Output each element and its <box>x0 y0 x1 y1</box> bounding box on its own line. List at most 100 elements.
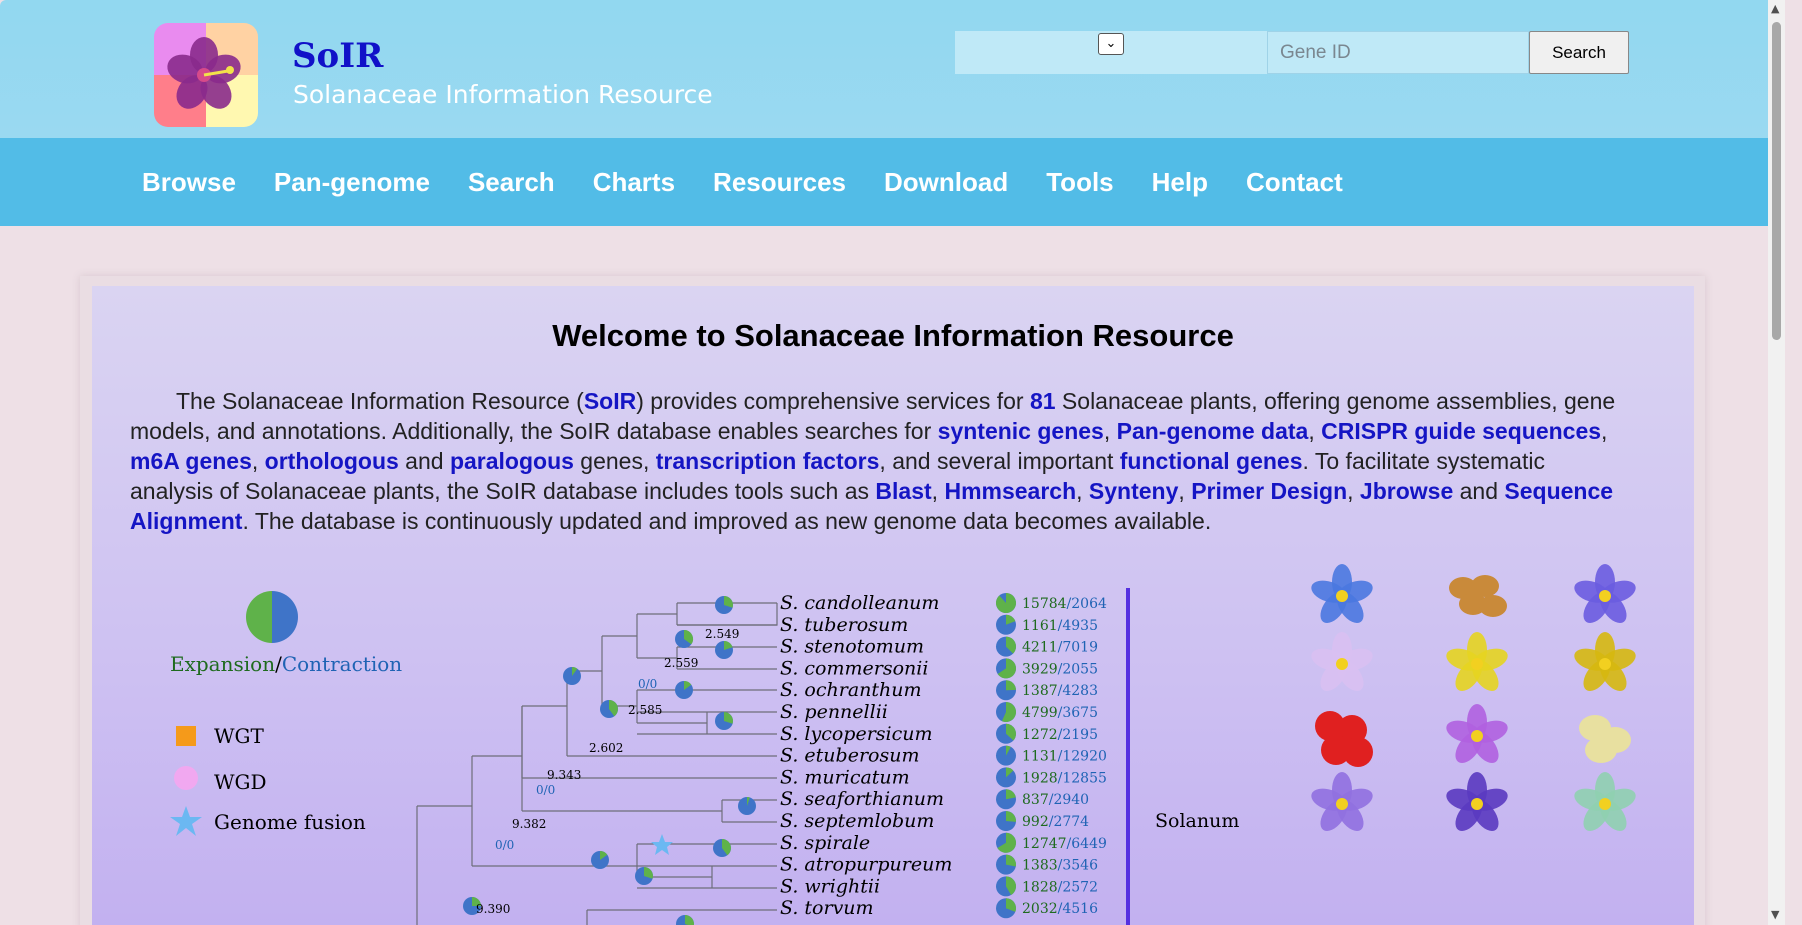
legend-expansion-contraction: Expansion/Contraction <box>170 652 402 676</box>
flower-photo-6 <box>1315 711 1373 767</box>
species-name: S. septemlobum <box>780 810 934 832</box>
species-pie <box>996 723 1016 744</box>
search-button[interactable]: Search <box>1529 31 1629 74</box>
species-name: S. etuberosum <box>780 745 919 767</box>
nav-charts[interactable]: Charts <box>593 167 675 198</box>
species-pie <box>996 702 1017 722</box>
node-pie-0 <box>715 596 734 614</box>
flower-photo-7 <box>1446 704 1508 764</box>
node-pie-8 <box>591 851 609 869</box>
species-pie <box>996 811 1016 831</box>
vertical-scrollbar[interactable]: ▲ ▼ <box>1768 0 1785 925</box>
nav-browse[interactable]: Browse <box>142 167 236 198</box>
species-name: S. commersonii <box>780 657 928 679</box>
species-counts: 2032/4516 <box>1022 901 1098 917</box>
node-label: 2.559 <box>664 656 698 670</box>
species-name: S. torvum <box>780 897 874 919</box>
legend-separator: / <box>275 652 282 676</box>
flower-photo-10 <box>1446 772 1508 832</box>
nav-search[interactable]: Search <box>468 167 555 198</box>
node-label: 9.390 <box>476 902 510 916</box>
main-nav: Browse Pan-genome Search Charts Resource… <box>0 138 1785 226</box>
node-label: 2.585 <box>628 703 662 717</box>
nav-help[interactable]: Help <box>1152 167 1208 198</box>
species-name: S. spirale <box>780 832 870 854</box>
species-counts: 4799/3675 <box>1022 705 1098 721</box>
page: SoIR Solanaceae Information Resource ⌄ S… <box>0 0 1785 925</box>
flower-photo-2 <box>1574 564 1636 624</box>
species-pie <box>996 832 1016 853</box>
site-name[interactable]: SoIR <box>292 36 383 76</box>
species-counts: 12747/6449 <box>1022 836 1107 852</box>
species-pie <box>996 898 1016 919</box>
legend-expansion: Expansion <box>170 652 276 676</box>
genome-fusion-icon <box>170 806 202 836</box>
flower-photo-1 <box>1449 575 1507 617</box>
species-counts: 4211/7019 <box>1022 640 1098 656</box>
legend-wgd: WGD <box>214 770 267 794</box>
nav-pan-genome[interactable]: Pan-genome <box>274 167 430 198</box>
species-name: S. seaforthianum <box>780 788 944 810</box>
flower-photo-9 <box>1311 772 1373 832</box>
species-counts: 1383/3546 <box>1022 858 1098 874</box>
node-label: 9.343 <box>547 768 581 782</box>
flower-photo-5 <box>1574 632 1636 692</box>
content-card: Welcome to Solanaceae Information Resour… <box>92 286 1694 925</box>
species-counts: 1272/2195 <box>1022 727 1098 743</box>
node-label: 0/0 <box>495 838 514 852</box>
nav-download[interactable]: Download <box>884 167 1008 198</box>
node-label: 2.549 <box>705 627 739 641</box>
hibiscus-icon <box>167 37 241 109</box>
species-name: S. wrightii <box>780 875 880 897</box>
species-name: S. muricatum <box>780 766 910 788</box>
node-pie-5 <box>600 700 618 718</box>
flower-gallery <box>1311 564 1636 832</box>
species-name: S. atropurpureum <box>780 854 952 876</box>
species-pie <box>996 636 1016 657</box>
scroll-up-icon[interactable]: ▲ <box>1771 2 1779 15</box>
site-subtitle: Solanaceae Information Resource <box>293 80 713 109</box>
flower-photo-0 <box>1311 564 1373 624</box>
node-pie-12 <box>676 915 694 925</box>
species-counts: 1928/12855 <box>1022 770 1107 786</box>
nav-tools[interactable]: Tools <box>1046 167 1113 198</box>
scroll-down-icon[interactable]: ▼ <box>1771 908 1779 921</box>
scrollbar-thumb[interactable] <box>1772 22 1781 340</box>
search-type-select[interactable]: ⌄ <box>955 31 1267 74</box>
species-name: S. tuberosum <box>780 614 908 636</box>
species-pie <box>996 614 1016 635</box>
node-pie-7 <box>738 797 756 815</box>
species-counts: 1131/12920 <box>1022 749 1107 765</box>
node-pie-4 <box>715 712 734 730</box>
node-pie-10 <box>713 839 731 857</box>
species-name: S. candolleanum <box>780 592 939 614</box>
node-label: 0/0 <box>536 783 555 797</box>
legend-pie-icon <box>246 591 298 643</box>
species-pie <box>996 789 1016 810</box>
header: SoIR Solanaceae Information Resource ⌄ S… <box>0 0 1785 138</box>
legend-wgt: WGT <box>214 724 264 748</box>
node-pie-3 <box>675 681 693 699</box>
flower-photo-4 <box>1446 632 1508 692</box>
legend-contraction: Contraction <box>281 652 403 676</box>
species-name: S. stenotomum <box>780 636 924 658</box>
gene-id-input[interactable] <box>1267 31 1529 74</box>
node-label: 2.602 <box>589 741 623 755</box>
chevron-down-icon[interactable]: ⌄ <box>1098 33 1124 55</box>
species-counts: 837/2940 <box>1022 792 1089 808</box>
node-pie-1 <box>715 641 733 659</box>
species-counts: 1387/4283 <box>1022 683 1098 699</box>
species-name: S. lycopersicum <box>780 723 933 745</box>
species-counts: 1828/2572 <box>1022 879 1098 895</box>
node-label: 9.382 <box>512 817 546 831</box>
species-counts: 992/2774 <box>1022 814 1089 830</box>
nav-resources[interactable]: Resources <box>713 167 846 198</box>
species-counts: 1161/4935 <box>1022 618 1098 634</box>
node-pie-9 <box>635 867 653 885</box>
genus-label: Solanum <box>1155 810 1240 832</box>
flower-photo-11 <box>1574 772 1636 832</box>
wgt-icon <box>176 726 196 746</box>
search-bar: ⌄ Search <box>955 31 1629 74</box>
nav-contact[interactable]: Contact <box>1246 167 1343 198</box>
logo[interactable] <box>154 23 258 127</box>
